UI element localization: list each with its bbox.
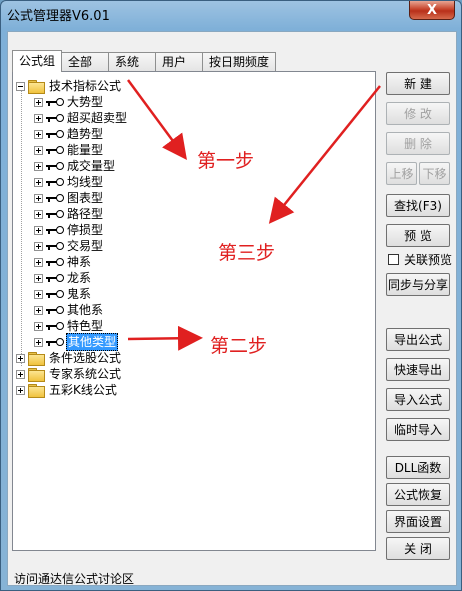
tab-formula-group[interactable]: 公式组 — [12, 50, 63, 72]
step2-arrow — [127, 325, 203, 351]
step3-annotation: 第三步 — [218, 242, 276, 264]
annotation-arrows — [126, 79, 381, 351]
step3-arrow — [268, 85, 381, 224]
step1-arrow — [126, 79, 187, 161]
step1-annotation: 第一步 — [197, 150, 255, 172]
step2-annotation: 第二步 — [210, 335, 268, 357]
